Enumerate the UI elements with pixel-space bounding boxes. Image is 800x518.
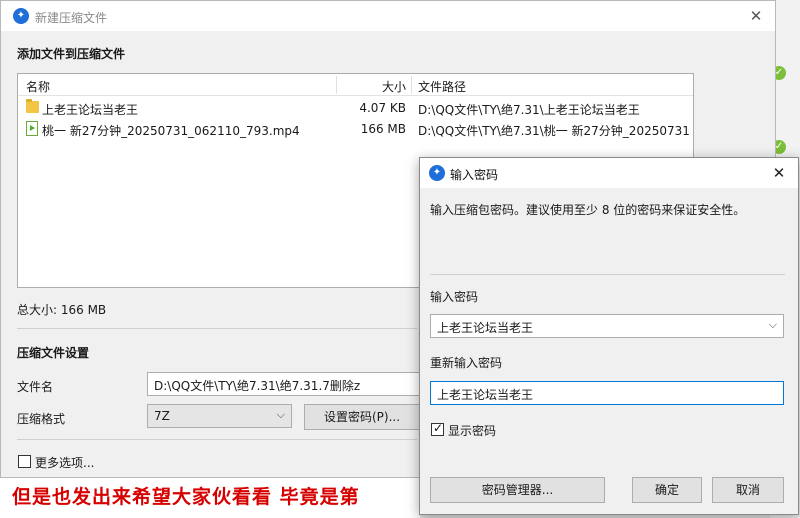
chevron-down-icon[interactable]: ⌵ bbox=[769, 318, 777, 332]
divider bbox=[17, 439, 417, 440]
filename-label: 文件名 bbox=[17, 380, 54, 394]
password-dialog: ✦ 输入密码 ✕ 输入压缩包密码。建议使用至少 8 位的密码来保证安全性。 输入… bbox=[419, 157, 799, 515]
window-title: 新建压缩文件 bbox=[35, 11, 108, 25]
filename-input[interactable]: D:\QQ文件\TY\绝7.31\绝7.31.7删除z bbox=[147, 372, 427, 396]
column-header-path[interactable]: 文件路径 bbox=[418, 78, 466, 95]
set-password-button[interactable]: 设置密码(P)... bbox=[304, 404, 420, 430]
show-password-label[interactable]: 显示密码 bbox=[448, 422, 496, 439]
close-icon[interactable]: ✕ bbox=[745, 5, 767, 27]
password-label: 输入密码 bbox=[430, 290, 479, 304]
more-options-checkbox[interactable] bbox=[18, 455, 31, 468]
password-value: 上老王论坛当老王 bbox=[437, 321, 534, 335]
app-logo-icon: ✦ bbox=[13, 8, 29, 24]
chevron-down-icon: ⌵ bbox=[276, 408, 285, 421]
file-name: 桃一 新27分钟_20250731_062110_793.mp4 bbox=[42, 124, 300, 138]
password-manager-button[interactable]: 密码管理器... bbox=[430, 477, 605, 503]
format-label: 压缩格式 bbox=[17, 412, 66, 426]
close-icon[interactable]: ✕ bbox=[768, 162, 790, 184]
column-header-name[interactable]: 名称 bbox=[26, 78, 50, 95]
divider bbox=[17, 328, 417, 329]
video-file-icon bbox=[26, 121, 38, 136]
file-name: 上老王论坛当老王 bbox=[42, 103, 139, 117]
column-divider bbox=[411, 76, 412, 94]
dialog-titlebar: ✦ 输入密码 ✕ bbox=[420, 158, 798, 188]
add-files-heading: 添加文件到压缩文件 bbox=[17, 47, 126, 61]
column-header-size[interactable]: 大小 bbox=[378, 78, 406, 95]
dialog-title: 输入密码 bbox=[450, 168, 499, 182]
total-size: 总大小: 166 MB bbox=[17, 303, 107, 317]
background-red-banner: 但是也发出来希望大家伙看看 毕竟是第 bbox=[12, 486, 360, 508]
list-item[interactable]: 桃一 新27分钟_20250731_062110_793.mp4 166 MB … bbox=[18, 119, 693, 139]
file-path: D:\QQ文件\TY\绝7.31\上老王论坛当老王 bbox=[418, 103, 640, 117]
settings-heading: 压缩文件设置 bbox=[17, 346, 90, 360]
format-value: 7Z bbox=[154, 409, 170, 423]
reenter-password-label: 重新输入密码 bbox=[430, 356, 503, 370]
file-size: 4.07 KB bbox=[359, 101, 406, 115]
file-size: 166 MB bbox=[360, 122, 406, 136]
list-item[interactable]: 上老王论坛当老王 4.07 KB D:\QQ文件\TY\绝7.31\上老王论坛当… bbox=[18, 98, 693, 118]
cancel-button[interactable]: 取消 bbox=[712, 477, 784, 503]
divider bbox=[430, 274, 785, 275]
app-logo-icon: ✦ bbox=[429, 165, 445, 181]
file-path: D:\QQ文件\TY\绝7.31\桃一 新27分钟_20250731... bbox=[418, 124, 690, 138]
ok-button[interactable]: 确定 bbox=[632, 477, 702, 503]
format-select[interactable]: 7Z ⌵ bbox=[147, 404, 292, 428]
show-password-checkbox[interactable] bbox=[431, 421, 444, 436]
folder-icon bbox=[26, 99, 39, 113]
more-options-label[interactable]: 更多选项... bbox=[35, 454, 94, 471]
column-divider bbox=[336, 76, 337, 94]
list-header: 名称 大小 文件路径 bbox=[18, 74, 693, 96]
reenter-password-input[interactable]: 上老王论坛当老王 bbox=[430, 381, 784, 405]
titlebar: ✦ 新建压缩文件 ✕ bbox=[1, 1, 775, 31]
password-input[interactable]: 上老王论坛当老王 ⌵ bbox=[430, 314, 784, 338]
dialog-description: 输入压缩包密码。建议使用至少 8 位的密码来保证安全性。 bbox=[430, 203, 746, 217]
